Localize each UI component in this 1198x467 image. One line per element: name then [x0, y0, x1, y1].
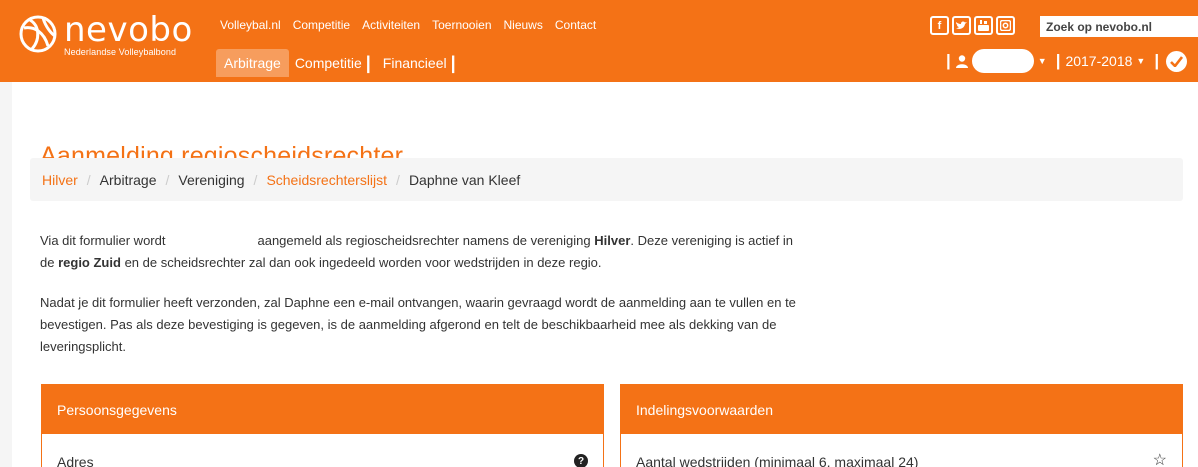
breadcrumb-item-vereniging: Vereniging	[178, 171, 245, 188]
subnav-tab-label: Competitie	[294, 55, 362, 71]
field-label-adres: Adres	[57, 454, 94, 467]
volleyball-logo-icon	[19, 15, 57, 53]
left-edge	[0, 82, 12, 467]
breadcrumb-link-hilver[interactable]: Hilver	[42, 172, 78, 188]
breadcrumb: Hilver / Arbitrage / Vereniging / Scheid…	[30, 158, 1183, 201]
panel-persoonsgegevens: Persoonsgegevens Adres ?	[41, 384, 604, 467]
panel-field-row: Aantal wedstrijden (minimaal 6, maximaal…	[621, 434, 1182, 467]
breadcrumb-separator: /	[396, 171, 400, 188]
panel-field-row: Adres ?	[42, 434, 603, 467]
nav-link-nieuws[interactable]: Nieuws	[504, 18, 543, 32]
user-icon	[955, 54, 968, 68]
nav-divider: |	[946, 51, 951, 70]
field-label-aantal-wedstrijden: Aantal wedstrijden (minimaal 6, maximaal…	[636, 454, 919, 467]
nav-divider: |	[1055, 51, 1061, 70]
breadcrumb-separator: /	[253, 171, 258, 188]
nav-divider: |	[450, 53, 456, 73]
panel-heading: Persoonsgegevens	[42, 385, 603, 434]
breadcrumb-separator: /	[86, 171, 91, 188]
subnav-tab-competitie[interactable]: Competitie |	[289, 49, 377, 77]
nav-link-contact[interactable]: Contact	[555, 18, 596, 32]
top-header: nevobo Nederlandse Volleybalbond Volleyb…	[0, 0, 1198, 82]
nav-divider: |	[365, 53, 371, 73]
logo-wordmark: nevobo	[64, 10, 193, 50]
nav-divider: |	[1154, 51, 1160, 70]
instruction-paragraph: Nadat je dit formulier heeft verzonden, …	[40, 295, 796, 354]
panel-indelingsvoorwaarden: Indelingsvoorwaarden Aantal wedstrijden …	[620, 384, 1183, 467]
facebook-icon[interactable]: f	[930, 16, 949, 35]
page-content: Aanmelding regioscheidsrechter Hilver / …	[0, 82, 1198, 467]
panel-heading: Indelingsvoorwaarden	[621, 385, 1182, 434]
breadcrumb-current: Daphne van Kleef	[408, 171, 521, 188]
nevobo-logo[interactable]: nevobo Nederlandse Volleybalbond	[18, 10, 193, 57]
subnav-tab-arbitrage[interactable]: Arbitrage	[216, 49, 289, 77]
season-selector[interactable]: 2017-2018	[1065, 53, 1132, 69]
breadcrumb-item-arbitrage: Arbitrage	[99, 171, 157, 188]
club-name: Hilver	[594, 233, 631, 248]
star-outline-icon[interactable]: ☆	[1153, 453, 1167, 467]
subnav-tab-label: Financieel	[382, 55, 447, 71]
nav-link-toernooien[interactable]: Toernooien	[432, 18, 491, 32]
chevron-down-icon[interactable]: ▼	[1038, 56, 1047, 66]
social-links: f	[930, 16, 1015, 35]
search-input[interactable]	[1040, 16, 1198, 37]
subnav-tab-financieel[interactable]: Financieel |	[377, 49, 462, 77]
twitter-icon[interactable]	[952, 16, 971, 35]
user-menu-button[interactable]	[971, 49, 1034, 73]
region-name: regio Zuid	[58, 255, 121, 270]
intro-text: aangemeld als regioscheidsrechter namens…	[257, 233, 591, 248]
question-circle-icon[interactable]: ?	[574, 454, 588, 467]
nav-link-competitie[interactable]: Competitie	[293, 18, 350, 32]
breadcrumb-separator: /	[165, 171, 170, 188]
chevron-down-icon[interactable]: ▼	[1136, 56, 1145, 66]
intro-text: Via dit formulier wordt	[40, 233, 166, 248]
main-nav: Volleybal.nl Competitie Activiteiten Toe…	[220, 18, 596, 32]
nav-link-volleybal[interactable]: Volleybal.nl	[220, 18, 281, 32]
user-bar: | ▼ | 2017-2018 ▼ |	[941, 48, 1188, 74]
breadcrumb-link-scheidsrechterslijst[interactable]: Scheidsrechterslijst	[266, 172, 387, 188]
sub-nav: Arbitrage Competitie | Financieel |	[216, 49, 462, 77]
intro-paragraph: Via dit formulier wordt aangemeld als reg…	[40, 230, 810, 274]
intro-text: en de scheidsrechter zal dan ook ingedee…	[124, 255, 602, 270]
check-icon[interactable]	[1166, 50, 1188, 72]
nav-link-activiteiten[interactable]: Activiteiten	[362, 18, 420, 32]
youtube-icon[interactable]	[974, 16, 993, 35]
instagram-icon[interactable]	[996, 16, 1015, 35]
logo-subtitle: Nederlandse Volleybalbond	[64, 47, 177, 57]
